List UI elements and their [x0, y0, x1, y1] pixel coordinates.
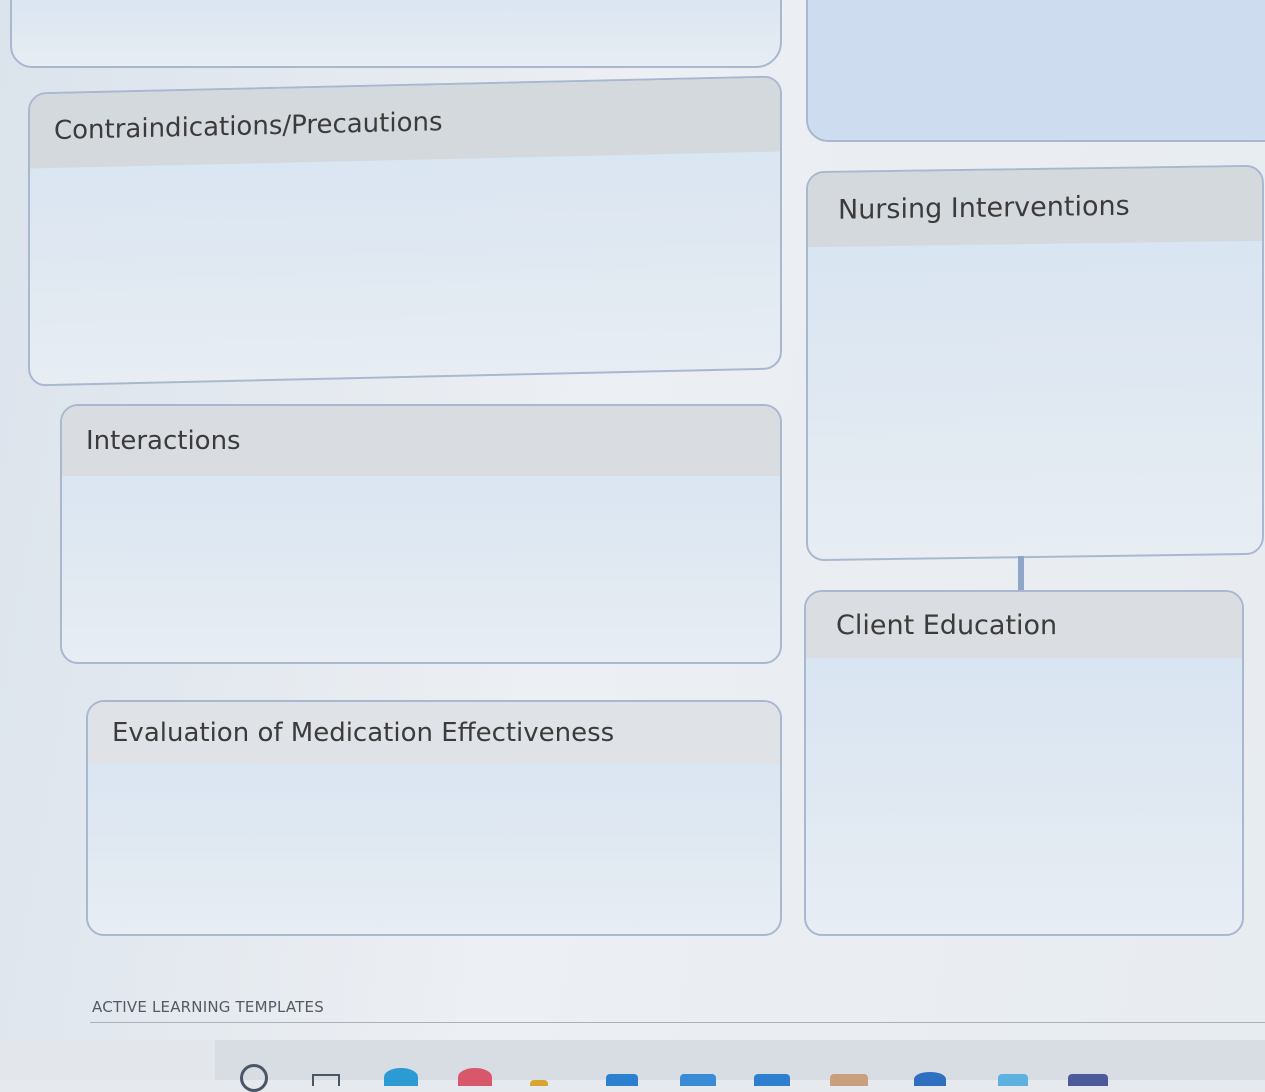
- interactions-input-area[interactable]: [62, 472, 780, 662]
- footer-label: ACTIVE LEARNING TEMPLATES: [92, 998, 324, 1016]
- client-education-section: Client Education: [804, 590, 1244, 936]
- footer-divider: [90, 1022, 1265, 1023]
- section-title: Interactions: [62, 406, 780, 476]
- previous-section-content[interactable]: [12, 38, 780, 66]
- chrome-icon[interactable]: [458, 1068, 492, 1086]
- section-title: Evaluation of Medication Effectiveness: [88, 702, 780, 764]
- evaluation-input-area[interactable]: [88, 768, 780, 934]
- app-icon[interactable]: [1068, 1074, 1108, 1086]
- edge-icon[interactable]: [384, 1068, 418, 1086]
- previous-section-box-right[interactable]: [806, 0, 1265, 142]
- file-explorer-icon[interactable]: [530, 1080, 548, 1086]
- app-icon[interactable]: [830, 1074, 868, 1086]
- taskbar: [0, 1040, 1265, 1092]
- taskbar-start-area[interactable]: [0, 1040, 215, 1080]
- contraindications-input-area[interactable]: [30, 143, 780, 384]
- section-title: Client Education: [806, 592, 1242, 658]
- interactions-section: Interactions: [60, 404, 782, 664]
- evaluation-section: Evaluation of Medication Effectiveness: [86, 700, 782, 936]
- contraindications-section: Contraindications/Precautions: [28, 75, 782, 387]
- app-icon[interactable]: [680, 1074, 716, 1086]
- search-icon[interactable]: [240, 1064, 268, 1092]
- section-connector: [1018, 556, 1024, 594]
- client-education-input-area[interactable]: [806, 658, 1242, 934]
- app-icon[interactable]: [998, 1074, 1028, 1086]
- nursing-interventions-section: Nursing Interventions: [806, 164, 1264, 562]
- app-icon[interactable]: [754, 1074, 790, 1086]
- template-page: Contraindications/Precautions Interactio…: [0, 0, 1265, 1040]
- nursing-interventions-input-area[interactable]: [808, 233, 1262, 559]
- task-view-icon[interactable]: [312, 1074, 340, 1086]
- app-icon[interactable]: [914, 1072, 946, 1086]
- store-icon[interactable]: [606, 1074, 638, 1086]
- previous-section-box-left[interactable]: [10, 0, 782, 68]
- previous-section-content[interactable]: [808, 48, 1265, 140]
